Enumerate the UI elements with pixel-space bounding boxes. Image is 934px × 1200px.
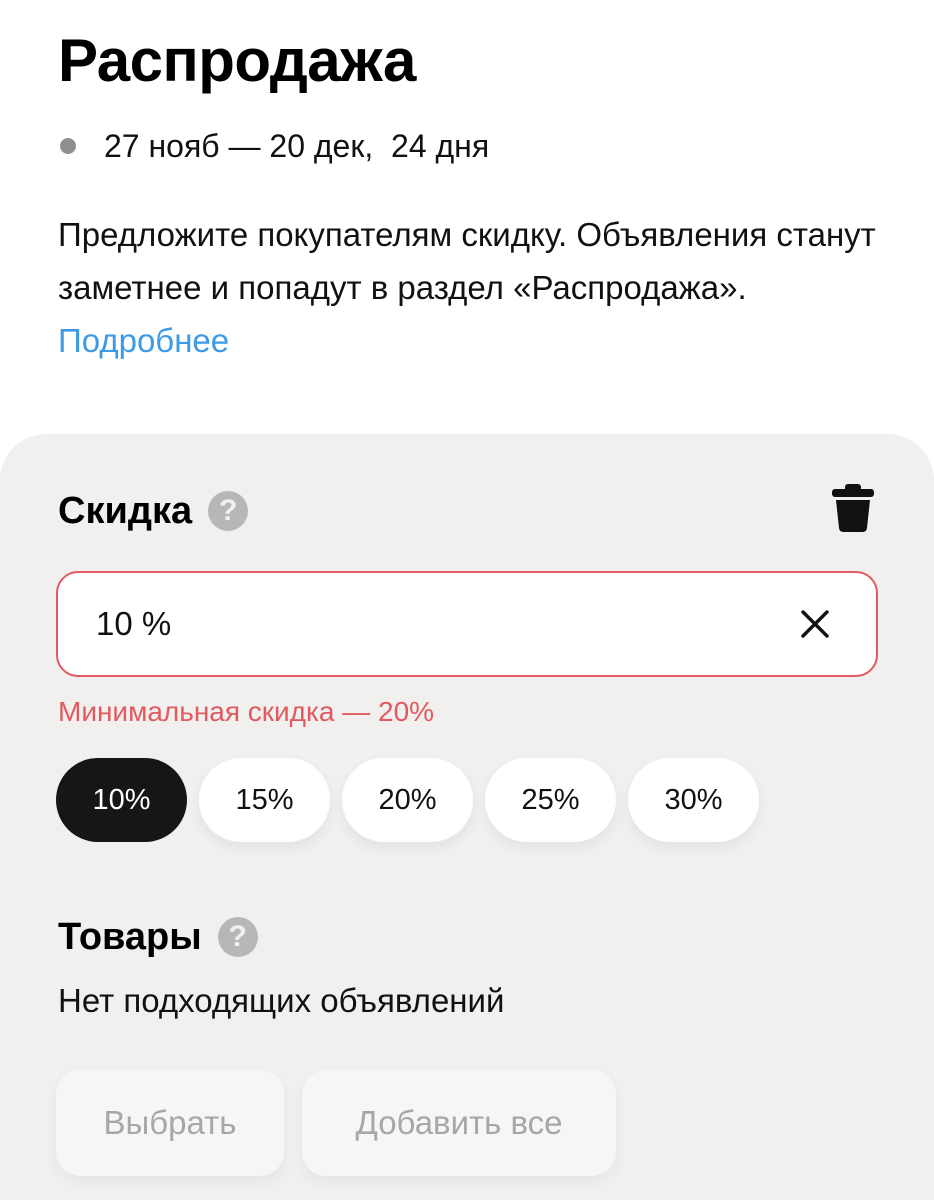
discount-chip-15[interactable]: 15% (199, 758, 330, 842)
discount-title: Скидка (58, 489, 193, 532)
discount-options: 10% 15% 20% 25% 30% (56, 758, 771, 842)
more-link[interactable]: Подробнее (58, 322, 229, 359)
discount-chip-25[interactable]: 25% (485, 758, 616, 842)
date-from: 27 нояб (104, 127, 220, 164)
sale-description: Предложите покупателям скидку. Объявлени… (58, 208, 898, 367)
discount-input[interactable]: 10 % (56, 571, 878, 677)
discount-input-value[interactable]: 10 % (96, 605, 171, 643)
question-circle-icon[interactable]: ? (217, 917, 258, 957)
discount-chip-30[interactable]: 30% (628, 758, 759, 842)
question-circle-icon[interactable]: ? (208, 491, 249, 531)
products-title: Товары (58, 915, 202, 958)
products-header: Товары ? (58, 912, 258, 962)
discount-chip-10[interactable]: 10% (56, 758, 187, 842)
page-title: Распродажа (58, 27, 416, 94)
select-button[interactable]: Выбрать (56, 1070, 284, 1176)
discount-header: Скидка ? (58, 486, 249, 536)
products-empty-text: Нет подходящих объявлений (58, 982, 505, 1019)
status-dot-icon (60, 138, 76, 154)
discount-chip-20[interactable]: 20% (342, 758, 473, 842)
close-icon[interactable] (800, 609, 830, 639)
date-to: 20 дек, (269, 127, 374, 164)
sale-dates: 27 нояб — 20 дек, 24 дня (58, 126, 489, 166)
trash-icon[interactable] (832, 484, 874, 532)
add-all-button[interactable]: Добавить все (302, 1070, 616, 1176)
sale-duration: 24 дня (391, 127, 490, 164)
discount-error: Минимальная скидка — 20% (58, 696, 435, 727)
description-text: Предложите покупателям скидку. Объявлени… (58, 216, 876, 306)
date-separator: — (219, 127, 270, 164)
